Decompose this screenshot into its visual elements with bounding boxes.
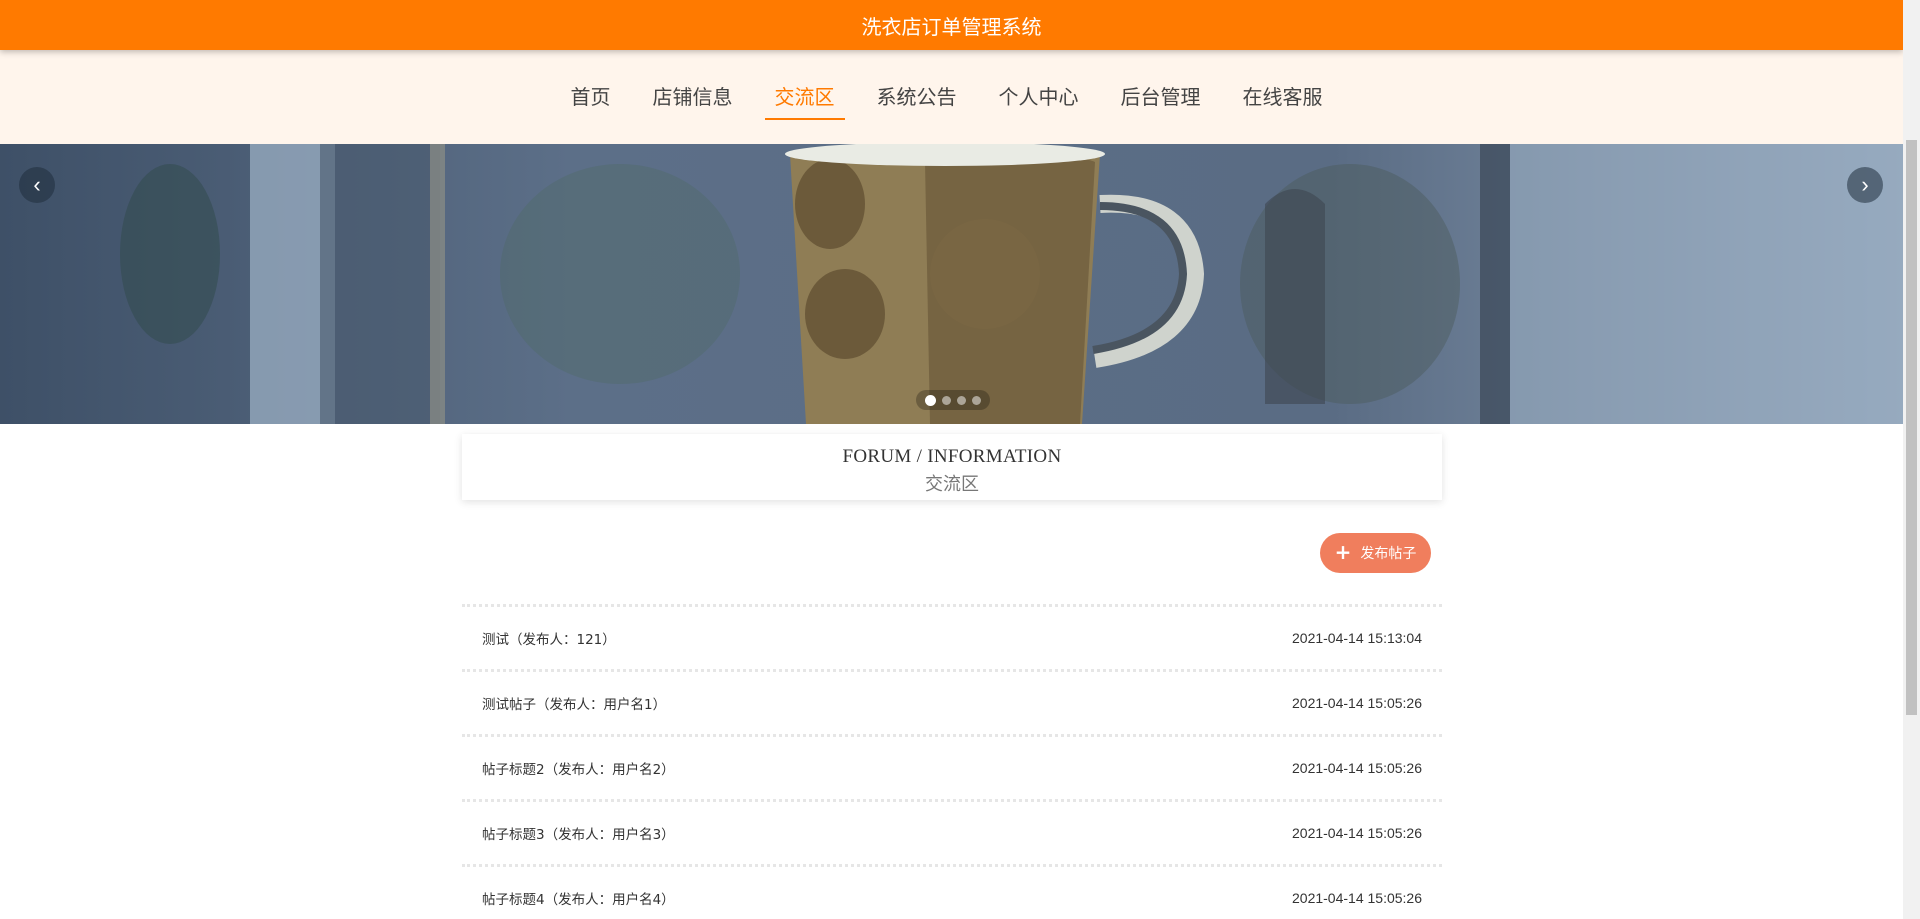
nav-item-shop-info[interactable]: 店铺信息 [643,75,743,120]
nav-item-customer-service[interactable]: 在线客服 [1233,75,1333,120]
post-row[interactable]: 测试帖子（发布人：用户名1） 2021-04-14 15:05:26 [462,669,1442,734]
post-row[interactable]: 帖子标题4（发布人：用户名4） 2021-04-14 15:05:26 [462,864,1442,919]
post-time: 2021-04-14 15:05:26 [1292,760,1422,776]
chevron-left-icon: ‹ [33,172,41,197]
main-nav: 首页 店铺信息 交流区 系统公告 个人中心 后台管理 在线客服 [0,50,1903,144]
carousel-dot-4[interactable] [972,395,981,405]
post-row[interactable]: 测试（发布人：121） 2021-04-14 15:13:04 [462,604,1442,669]
post-list: 测试（发布人：121） 2021-04-14 15:13:04 测试帖子（发布人… [462,604,1442,919]
section-title-cn: 交流区 [925,474,979,495]
post-row[interactable]: 帖子标题2（发布人：用户名2） 2021-04-14 15:05:26 [462,734,1442,799]
post-title[interactable]: 帖子标题2（发布人：用户名2） [482,758,675,778]
post-time: 2021-04-14 15:05:26 [1292,825,1422,841]
app-title: 洗衣店订单管理系统 [861,14,1042,39]
post-title[interactable]: 测试（发布人：121） [482,628,616,648]
nav-item-user-center[interactable]: 个人中心 [989,75,1089,120]
carousel-indicators [916,390,990,410]
top-bar: 洗衣店订单管理系统 [0,0,1903,50]
post-row[interactable]: 帖子标题3（发布人：用户名3） 2021-04-14 15:05:26 [462,799,1442,864]
carousel-prev-button[interactable]: ‹ [19,167,55,203]
post-time: 2021-04-14 15:05:26 [1292,695,1422,711]
nav-item-announcements[interactable]: 系统公告 [867,75,967,120]
plus-icon: + [1334,540,1352,564]
post-time: 2021-04-14 15:13:04 [1292,630,1422,646]
nav-item-home[interactable]: 首页 [561,75,621,120]
section-title-en: FORUM / INFORMATION [842,446,1062,467]
page: 洗衣店订单管理系统 首页 店铺信息 交流区 系统公告 个人中心 后台管理 在线客… [0,0,1903,919]
banner-carousel: ‹ › [0,144,1903,424]
banner-image [0,144,1903,424]
nav-item-admin[interactable]: 后台管理 [1111,75,1211,120]
carousel-dot-2[interactable] [942,395,951,405]
publish-post-button[interactable]: + 发布帖子 [1320,533,1431,573]
scrollbar-thumb[interactable] [1906,140,1917,715]
nav-item-forum[interactable]: 交流区 [764,75,845,120]
post-time: 2021-04-14 15:05:26 [1292,890,1422,906]
carousel-dot-3[interactable] [957,395,966,405]
chevron-right-icon: › [1861,172,1869,197]
carousel-next-button[interactable]: › [1847,167,1883,203]
post-title[interactable]: 帖子标题4（发布人：用户名4） [482,888,675,908]
publish-post-label: 发布帖子 [1360,546,1417,562]
page-scrollbar[interactable] [1903,0,1920,919]
section-header: FORUM / INFORMATION 交流区 [462,434,1442,500]
post-title[interactable]: 帖子标题3（发布人：用户名3） [482,823,675,843]
post-title[interactable]: 测试帖子（发布人：用户名1） [482,693,666,713]
carousel-dot-1[interactable] [925,394,936,406]
